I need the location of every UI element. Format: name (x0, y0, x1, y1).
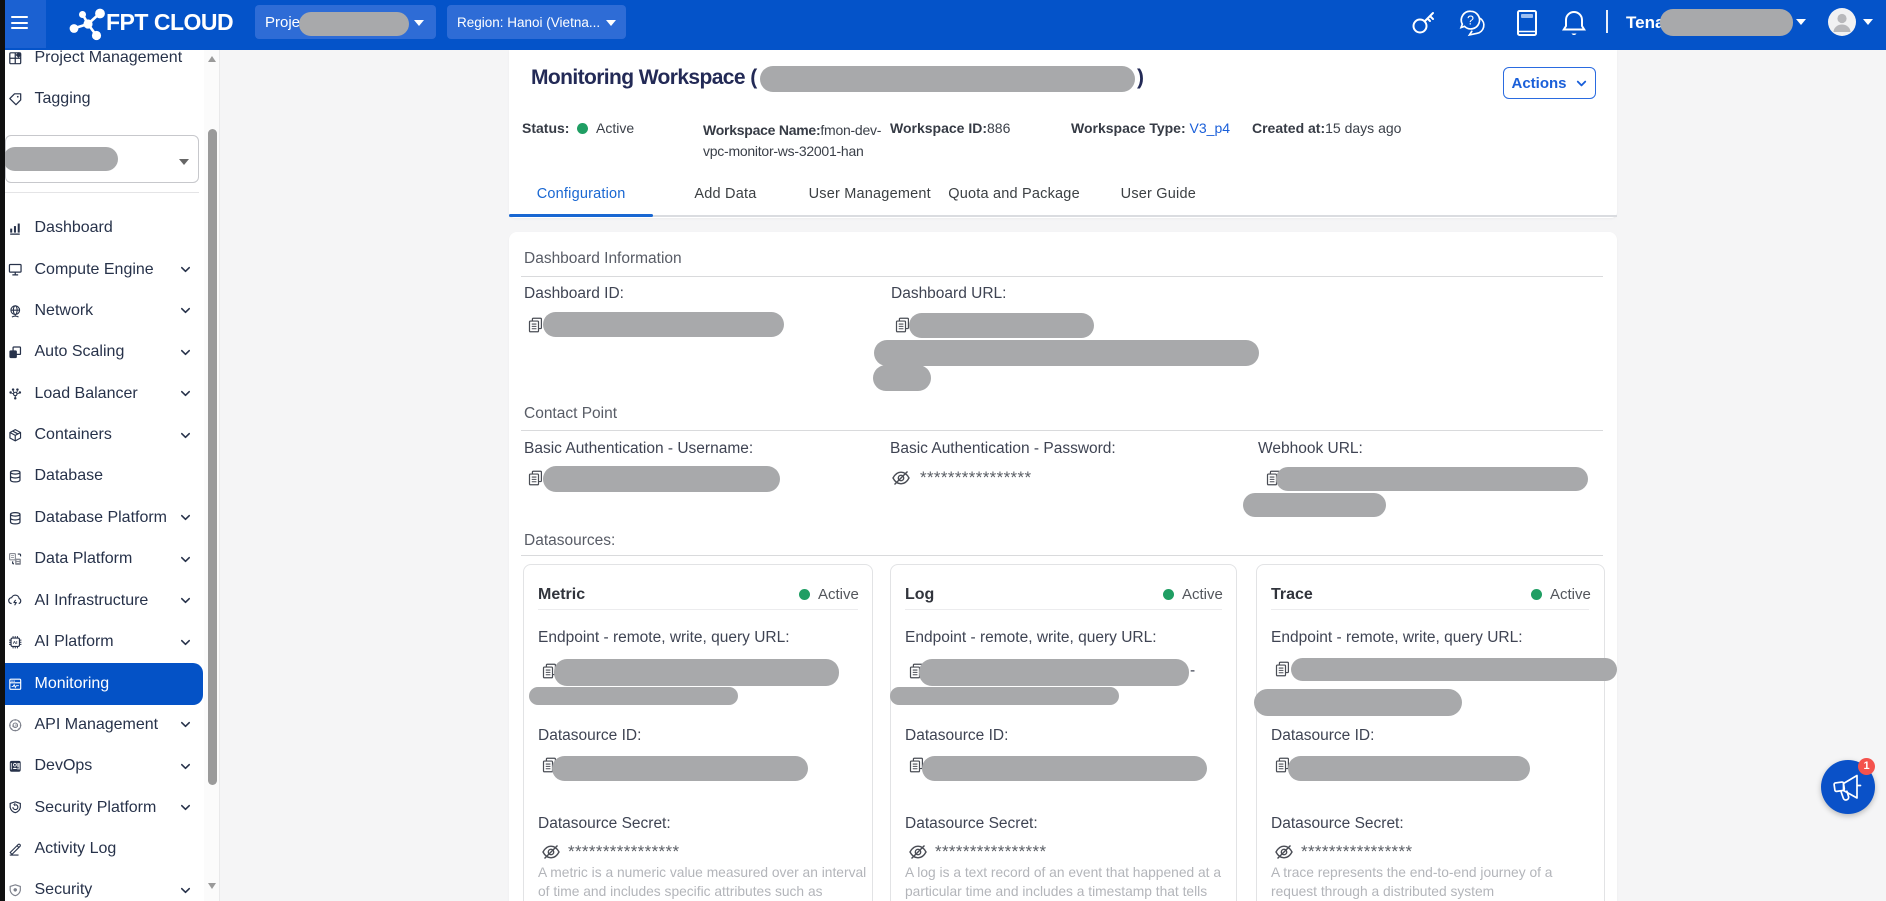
svg-text:?: ? (1467, 14, 1474, 28)
svg-text:AI: AI (12, 640, 17, 645)
svg-text:API: API (12, 722, 18, 727)
